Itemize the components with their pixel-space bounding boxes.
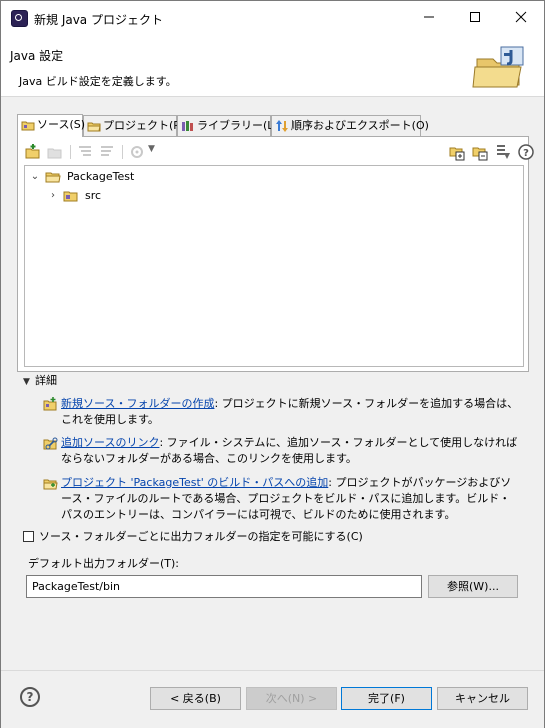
new-java-project-dialog: 新規 Java プロジェクト Java 設定 Java ビルド設定を定義します。 (0, 0, 545, 728)
detail-create-folder: 新規ソース・フォルダーの作成: プロジェクトに新規ソース・フォルダーを追加する場… (43, 396, 523, 430)
tab-source-label: ソース(S) (37, 118, 86, 131)
eclipse-app-icon (11, 10, 28, 27)
default-output-label: デフォルト出力フォルダー(T): (28, 557, 180, 570)
button-bar: ? < 戻る(B) 次へ(N) > 完了(F) キャンセル (1, 670, 544, 728)
chevron-right-icon[interactable]: › (47, 187, 59, 205)
chevron-down-icon[interactable]: ▼ (148, 144, 155, 154)
link-folder-icon (47, 148, 62, 159)
tab-source[interactable]: ソース(S) (17, 114, 86, 137)
expand-all-icon[interactable] (448, 143, 466, 161)
minimize-button[interactable] (406, 1, 452, 33)
toolbar-separator (70, 145, 71, 159)
order-export-icon (276, 120, 288, 132)
svg-text:?: ? (523, 148, 529, 159)
link-additional-source-link[interactable]: 追加ソースのリンク (61, 436, 159, 449)
source-toolbar: ▼ ? (24, 142, 534, 162)
close-button[interactable] (498, 1, 544, 33)
create-source-folder-link[interactable]: 新規ソース・フォルダーの作成 (61, 397, 214, 410)
filter-list-icon[interactable] (494, 143, 512, 161)
finish-button[interactable]: 完了(F) (341, 687, 432, 710)
source-folder-icon (21, 121, 35, 131)
project-folder-icon (45, 172, 61, 183)
add-to-buildpath-icon (43, 479, 58, 490)
tree-item-label: src (85, 189, 102, 202)
title-bar: 新規 Java プロジェクト (1, 1, 544, 33)
include-filter-icon (79, 146, 91, 156)
per-source-output-option[interactable]: ソース・フォルダーごとに出力フォルダーの指定を可能にする(C) (23, 528, 363, 544)
library-icon (182, 121, 193, 131)
default-output-field[interactable] (26, 575, 422, 598)
details-header: 詳細 (35, 374, 57, 387)
minimize-icon (424, 16, 434, 18)
project-folder-icon (87, 122, 101, 132)
chevron-down-icon: ▼ (23, 377, 30, 387)
java-project-wizard-icon (472, 46, 524, 88)
exclude-filter-icon (101, 146, 113, 156)
tab-order-export-label: 順序およびエクスポート(O) (291, 119, 429, 132)
maximize-button[interactable] (452, 1, 498, 33)
maximize-icon (470, 12, 480, 22)
toolbar-separator (122, 145, 123, 159)
detail-link-folder: 追加ソースのリンク: ファイル・システムに、追加ソース・フォルダーとして使用しな… (43, 435, 523, 469)
help-icon[interactable]: ? (517, 143, 535, 161)
detail-add-buildpath: プロジェクト 'PackageTest' のビルド・パスへの追加: プロジェクト… (43, 475, 523, 525)
configure-icon (131, 146, 143, 158)
source-folder-icon (63, 191, 78, 202)
tree-item-label: PackageTest (67, 170, 135, 183)
browse-button[interactable]: 参照(W)... (428, 575, 518, 598)
tab-libraries[interactable]: ライブラリー(L) (177, 115, 278, 136)
source-tab-panel: ▼ ? ⌄ PackageTest › src (17, 136, 534, 372)
help-icon[interactable]: ? (20, 687, 40, 707)
tab-projects[interactable]: プロジェクト(P) (83, 115, 184, 136)
collapse-all-icon[interactable] (471, 143, 489, 161)
per-source-output-checkbox[interactable] (23, 531, 34, 542)
window-title: 新規 Java プロジェクト (34, 13, 163, 27)
next-button: 次へ(N) > (246, 687, 337, 710)
chevron-down-icon[interactable]: ⌄ (29, 168, 41, 186)
link-source-icon (43, 437, 58, 450)
page-title: Java 設定 (10, 49, 64, 63)
add-project-to-buildpath-link[interactable]: プロジェクト 'PackageTest' のビルド・パスへの追加 (61, 476, 328, 489)
details-toggle[interactable]: ▼ 詳細 (23, 372, 57, 388)
tab-order-export[interactable]: 順序およびエクスポート(O) (271, 115, 429, 136)
new-source-folder-icon (43, 397, 57, 411)
cancel-button[interactable]: キャンセル (437, 687, 528, 710)
wizard-banner: Java 設定 Java ビルド設定を定義します。 (1, 33, 544, 97)
tab-libraries-label: ライブラリー(L) (197, 119, 278, 132)
page-description: Java ビルド設定を定義します。 (19, 75, 177, 88)
per-source-output-label: ソース・フォルダーごとに出力フォルダーの指定を可能にする(C) (39, 530, 363, 543)
source-tree[interactable]: ⌄ PackageTest › src (24, 165, 524, 367)
tab-projects-label: プロジェクト(P) (103, 119, 185, 132)
close-icon (515, 11, 527, 23)
back-button[interactable]: < 戻る(B) (150, 687, 241, 710)
add-folder-icon[interactable] (24, 143, 42, 161)
